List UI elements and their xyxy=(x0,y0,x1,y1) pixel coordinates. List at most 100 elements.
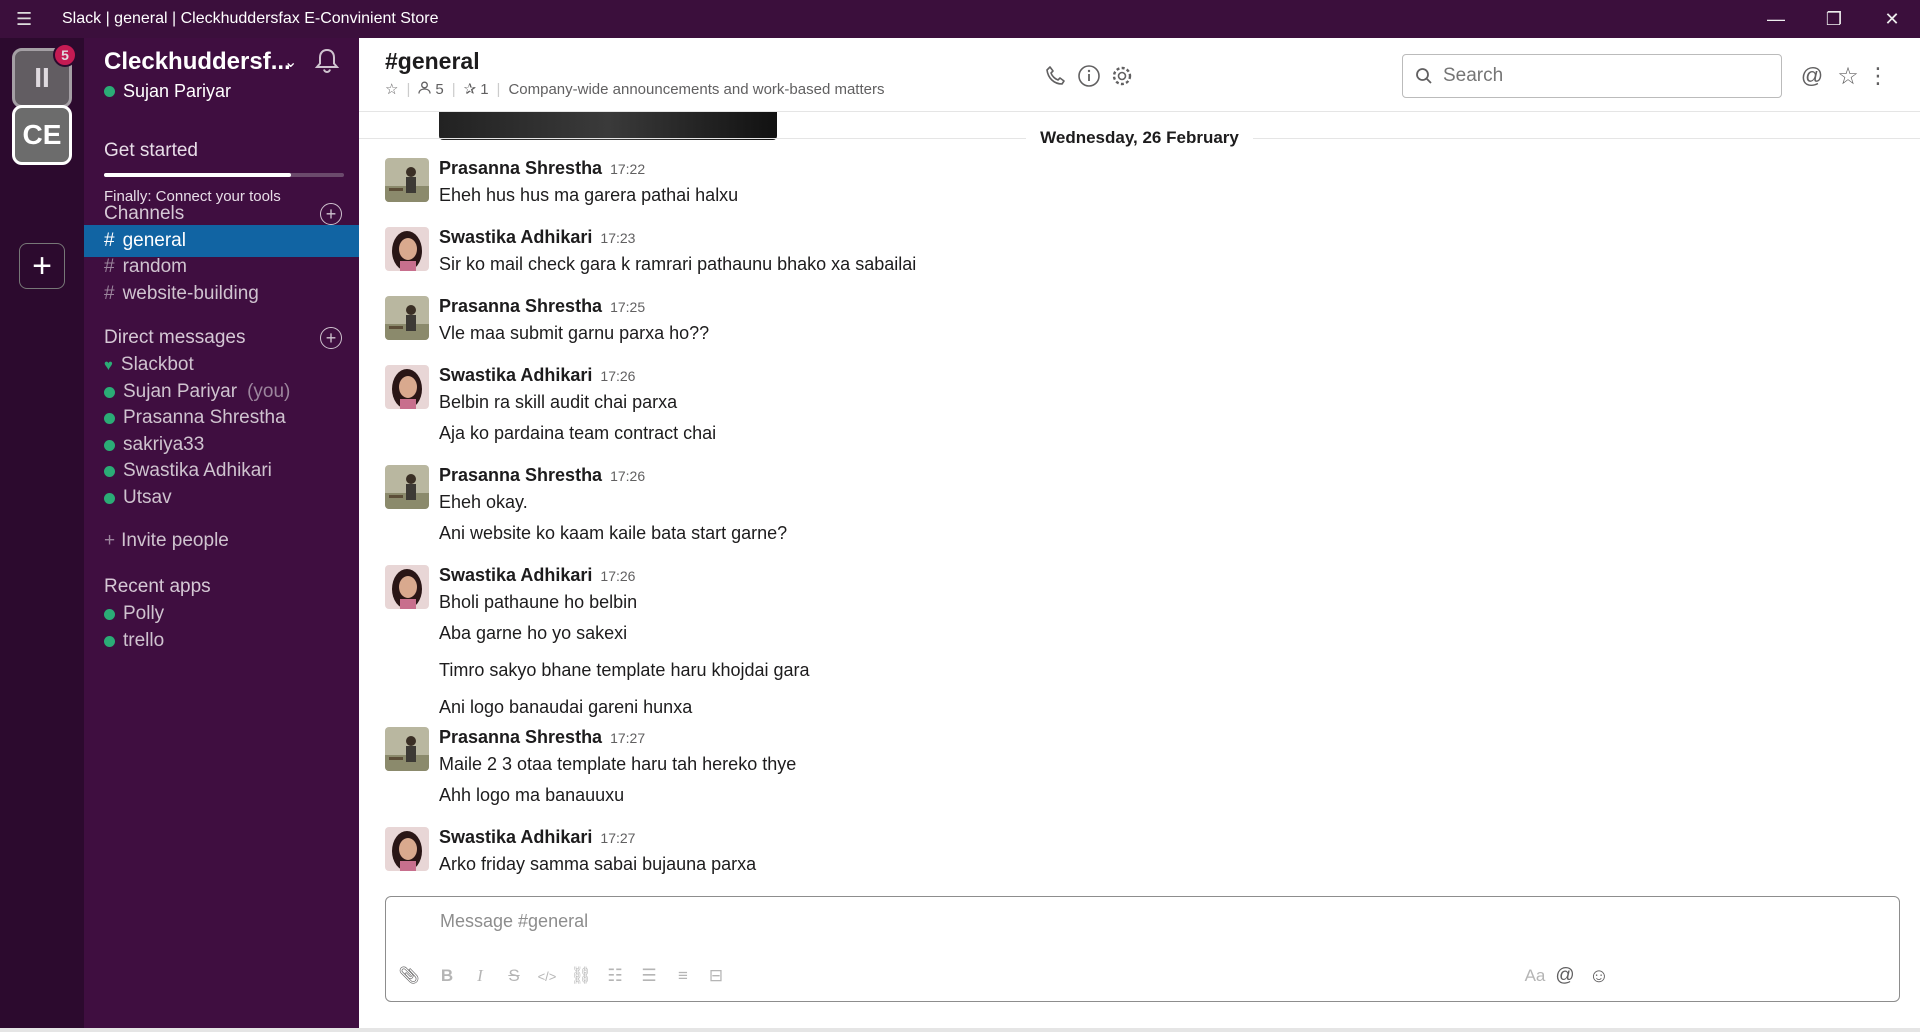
channel-topic[interactable]: Company-wide announcements and work-base… xyxy=(508,81,884,98)
message-author[interactable]: Swastika Adhikari 17:26 xyxy=(439,365,635,386)
formatting-toggle[interactable]: Aa xyxy=(1520,965,1550,987)
bulleted-list-icon[interactable]: ☰ xyxy=(638,965,660,987)
author-name[interactable]: Swastika Adhikari xyxy=(439,227,592,247)
invite-people-link[interactable]: + Invite people xyxy=(104,530,229,552)
minimize-icon[interactable]: — xyxy=(1750,0,1802,38)
message-timestamp[interactable]: 17:26 xyxy=(600,568,635,584)
bold-icon[interactable]: B xyxy=(436,965,458,987)
link-icon[interactable]: ⛓︎ xyxy=(570,965,592,987)
author-name[interactable]: Swastika Adhikari xyxy=(439,565,592,585)
message-author[interactable]: Prasanna Shrestha 17:22 xyxy=(439,158,645,179)
app-item-trello[interactable]: trello xyxy=(84,625,359,657)
author-name[interactable]: Prasanna Shrestha xyxy=(439,158,602,178)
star-icon[interactable]: ☆ xyxy=(385,80,398,98)
member-count[interactable]: 5 xyxy=(435,81,443,98)
avatar[interactable] xyxy=(385,158,429,202)
dm-heading[interactable]: Direct messages xyxy=(104,327,246,349)
dm-item-utsav[interactable]: Utsav xyxy=(84,482,359,514)
workspace-switcher-ce[interactable]: CE xyxy=(12,105,72,165)
italic-icon[interactable]: I xyxy=(469,965,491,987)
message-timestamp[interactable]: 17:22 xyxy=(610,161,645,177)
message-author[interactable]: Swastika Adhikari 17:23 xyxy=(439,227,635,248)
presence-icon xyxy=(104,465,115,477)
add-dm-icon[interactable]: + xyxy=(320,327,342,349)
message-text: Eheh okay. xyxy=(439,492,528,512)
message-composer[interactable]: Message #general 📎︎ B I S </> ⛓︎ ☷ ☰ ≡ ⊟… xyxy=(385,896,1900,1002)
bell-icon[interactable] xyxy=(314,47,340,75)
team-name[interactable]: Cleckhuddersf... xyxy=(104,48,291,76)
message-timestamp[interactable]: 17:26 xyxy=(610,468,645,484)
avatar[interactable] xyxy=(385,465,429,509)
avatar[interactable] xyxy=(385,365,429,409)
message-timestamp[interactable]: 17:25 xyxy=(610,299,645,315)
author-name[interactable]: Prasanna Shrestha xyxy=(439,727,602,747)
presence-icon xyxy=(104,439,115,451)
avatar[interactable] xyxy=(385,827,429,871)
pin-icon[interactable]: ✰ xyxy=(464,80,477,98)
chevron-down-icon[interactable]: ⌄ xyxy=(284,52,297,72)
avatar[interactable] xyxy=(385,565,429,609)
starred-icon[interactable]: ☆ xyxy=(1834,62,1862,90)
search-input[interactable] xyxy=(1443,65,1763,87)
author-name[interactable]: Prasanna Shrestha xyxy=(439,465,602,485)
message-text: Ahh logo ma banauuxu xyxy=(439,785,625,805)
members-icon[interactable] xyxy=(418,81,432,98)
mention-icon[interactable]: @ xyxy=(1554,965,1576,987)
presence-icon xyxy=(104,492,115,504)
message-timestamp[interactable]: 17:23 xyxy=(600,230,635,246)
phone-icon[interactable] xyxy=(1042,62,1070,90)
channel-item-website-building[interactable]: # website-building xyxy=(84,278,359,310)
message-text: Aba garne ho yo sakexi xyxy=(439,623,628,643)
menu-icon[interactable]: ☰ xyxy=(16,9,42,30)
current-user[interactable]: Sujan Pariyar xyxy=(104,81,231,102)
date-divider: Wednesday, 26 February xyxy=(359,128,1920,148)
message-author[interactable]: Prasanna Shrestha 17:25 xyxy=(439,296,645,317)
close-icon[interactable]: ✕ xyxy=(1866,0,1918,38)
message-author[interactable]: Swastika Adhikari 17:27 xyxy=(439,827,635,848)
sidebar: Cleckhuddersf... ⌄ Sujan Pariyar Get sta… xyxy=(84,38,359,1032)
message-timestamp[interactable]: 17:26 xyxy=(600,368,635,384)
author-name[interactable]: Prasanna Shrestha xyxy=(439,296,602,316)
channel-title[interactable]: #general xyxy=(385,48,480,75)
progress-fill xyxy=(104,173,292,177)
emoji-icon[interactable]: ☺ xyxy=(1588,965,1610,987)
add-workspace-button[interactable]: + xyxy=(19,243,65,289)
code-icon[interactable]: </> xyxy=(536,965,558,987)
restore-icon[interactable]: ❐ xyxy=(1808,0,1860,38)
avatar[interactable] xyxy=(385,227,429,271)
plus-icon: + xyxy=(104,530,116,551)
message-author[interactable]: Prasanna Shrestha 17:27 xyxy=(439,727,645,748)
message-input[interactable]: Message #general xyxy=(440,911,588,932)
message-author[interactable]: Prasanna Shrestha 17:26 xyxy=(439,465,645,486)
strikethrough-icon[interactable]: S xyxy=(503,965,525,987)
pin-count[interactable]: 1 xyxy=(480,81,488,98)
author-name[interactable]: Swastika Adhikari xyxy=(439,827,592,847)
add-channel-icon[interactable]: + xyxy=(320,203,342,225)
workspace-switcher-ii[interactable]: II 5 xyxy=(12,43,77,108)
workspace-initials: CE xyxy=(22,119,62,150)
search-box[interactable] xyxy=(1402,54,1782,98)
message-timestamp[interactable]: 17:27 xyxy=(600,830,635,846)
gear-icon[interactable] xyxy=(1108,62,1136,90)
hash-icon: # xyxy=(104,256,115,277)
channels-heading[interactable]: Channels xyxy=(104,203,184,225)
avatar[interactable] xyxy=(385,296,429,340)
channel-meta: ☆ | 5 | ✰ 1 | Company-wide announcements… xyxy=(385,80,885,99)
message-timestamp[interactable]: 17:27 xyxy=(610,730,645,746)
more-icon[interactable]: ⋮ xyxy=(1864,62,1892,90)
ordered-list-icon[interactable]: ☷ xyxy=(604,965,626,987)
recent-apps-heading[interactable]: Recent apps xyxy=(104,576,211,598)
mentions-icon[interactable]: @ xyxy=(1798,62,1826,90)
author-name[interactable]: Swastika Adhikari xyxy=(439,365,592,385)
unread-badge: 5 xyxy=(53,43,77,67)
presence-icon xyxy=(104,608,115,620)
code-block-icon[interactable]: ⊟ xyxy=(705,965,727,987)
blockquote-icon[interactable]: ≡ xyxy=(672,965,694,987)
info-icon[interactable] xyxy=(1075,62,1103,90)
paperclip-icon[interactable]: 📎︎ xyxy=(398,965,420,987)
get-started-link[interactable]: Get started xyxy=(104,140,198,162)
dm-label: Swastika Adhikari xyxy=(123,460,272,481)
message-author[interactable]: Swastika Adhikari 17:26 xyxy=(439,565,635,586)
avatar[interactable] xyxy=(385,727,429,771)
message-text: Sir ko mail check gara k ramrari pathaun… xyxy=(439,254,917,274)
